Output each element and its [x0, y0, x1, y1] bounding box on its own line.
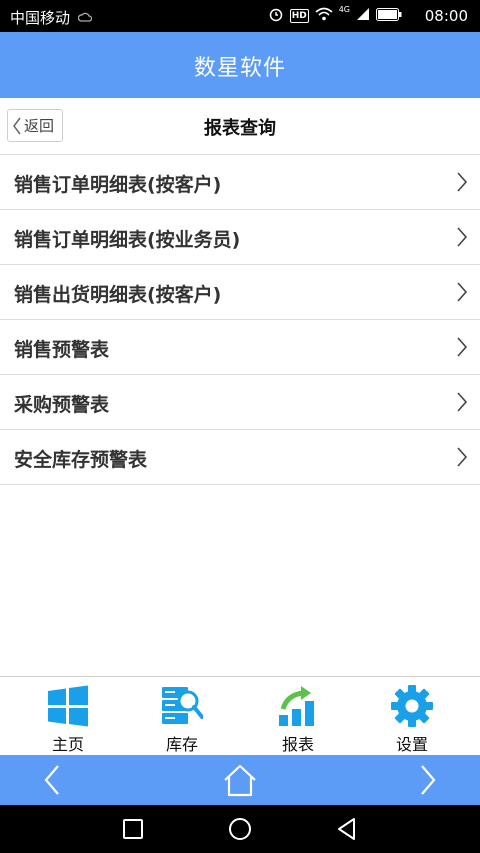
back-button-label: 返回 [24, 117, 55, 135]
battery-icon [376, 7, 402, 25]
home-icon [224, 764, 256, 797]
chevron-right-icon [421, 765, 436, 795]
menu-item-label: 销售订单明细表(按业务员) [14, 229, 241, 251]
system-nav-bar [0, 805, 480, 853]
sub-header: 返回 报表查询 [0, 98, 480, 155]
menu-item-sales-order-by-customer[interactable]: 销售订单明细表(按客户) [0, 155, 480, 210]
menu-item-purchase-warning[interactable]: 采购预警表 [0, 375, 480, 430]
wifi-icon [315, 7, 333, 25]
network-type-label: 4G [338, 5, 350, 14]
tab-inventory[interactable]: 库存 [122, 677, 242, 755]
chevron-right-icon [457, 447, 468, 467]
nav-home-button[interactable] [215, 761, 265, 799]
alarm-icon [268, 6, 284, 26]
recents-square-icon [123, 819, 143, 839]
chevron-right-icon [457, 337, 468, 357]
status-icons: HD 4G [268, 6, 402, 26]
inventory-search-icon [162, 687, 203, 724]
carrier-name: 中国移动 [10, 9, 71, 27]
status-bar: 中国移动 HD 4G 08:00 [0, 0, 480, 32]
gear-icon [391, 685, 433, 727]
back-button[interactable]: 返回 [7, 109, 63, 142]
chevron-left-icon [13, 117, 21, 134]
clock-time: 08:00 [424, 7, 468, 25]
menu-item-label: 销售订单明细表(按客户) [14, 174, 222, 196]
tab-reports-label: 报表 [281, 735, 314, 754]
tab-home[interactable]: 主页 [8, 677, 128, 755]
page-title: 报表查询 [204, 118, 276, 139]
tab-inventory-label: 库存 [165, 735, 198, 754]
nav-forward-button[interactable] [402, 761, 452, 799]
menu-item-safety-stock-warning[interactable]: 安全库存预警表 [0, 430, 480, 485]
report-chart-icon [279, 686, 314, 726]
home-circle-icon [229, 818, 251, 840]
hd-icon: HD [289, 9, 309, 23]
menu-item-label: 销售预警表 [14, 339, 110, 361]
menu-item-sales-order-by-salesperson[interactable]: 销售订单明细表(按业务员) [0, 210, 480, 265]
recents-button[interactable] [119, 815, 147, 843]
bottom-tab-bar: 主页 库存 报表 设置 [0, 676, 480, 755]
menu-item-label: 采购预警表 [14, 394, 110, 416]
tab-settings-label: 设置 [395, 735, 428, 754]
menu-item-sales-shipment-by-customer[interactable]: 销售出货明细表(按客户) [0, 265, 480, 320]
menu-item-label: 销售出货明细表(按客户) [14, 284, 222, 306]
back-triangle-icon [338, 818, 355, 840]
menu-item-sales-warning[interactable]: 销售预警表 [0, 320, 480, 375]
chevron-right-icon [457, 227, 468, 247]
tab-home-label: 主页 [51, 735, 84, 754]
app-bar: 数星软件 [0, 32, 480, 98]
chevron-right-icon [457, 172, 468, 192]
chevron-right-icon [457, 392, 468, 412]
tab-settings[interactable]: 设置 [352, 677, 472, 755]
system-home-button[interactable] [226, 815, 254, 843]
system-back-button[interactable] [333, 815, 361, 843]
report-menu-list: 销售订单明细表(按客户) 销售订单明细表(按业务员) 销售出货明细表(按客户) … [0, 155, 480, 485]
browser-nav-bar [0, 755, 480, 805]
app-title: 数星软件 [193, 56, 286, 81]
windows-icon [48, 685, 88, 727]
nav-back-button[interactable] [28, 761, 78, 799]
chevron-left-icon [44, 765, 59, 795]
chevron-right-icon [457, 282, 468, 302]
menu-item-label: 安全库存预警表 [14, 449, 148, 471]
tab-reports[interactable]: 报表 [238, 677, 358, 755]
cloud-icon [77, 9, 93, 27]
signal-icon [356, 7, 370, 25]
